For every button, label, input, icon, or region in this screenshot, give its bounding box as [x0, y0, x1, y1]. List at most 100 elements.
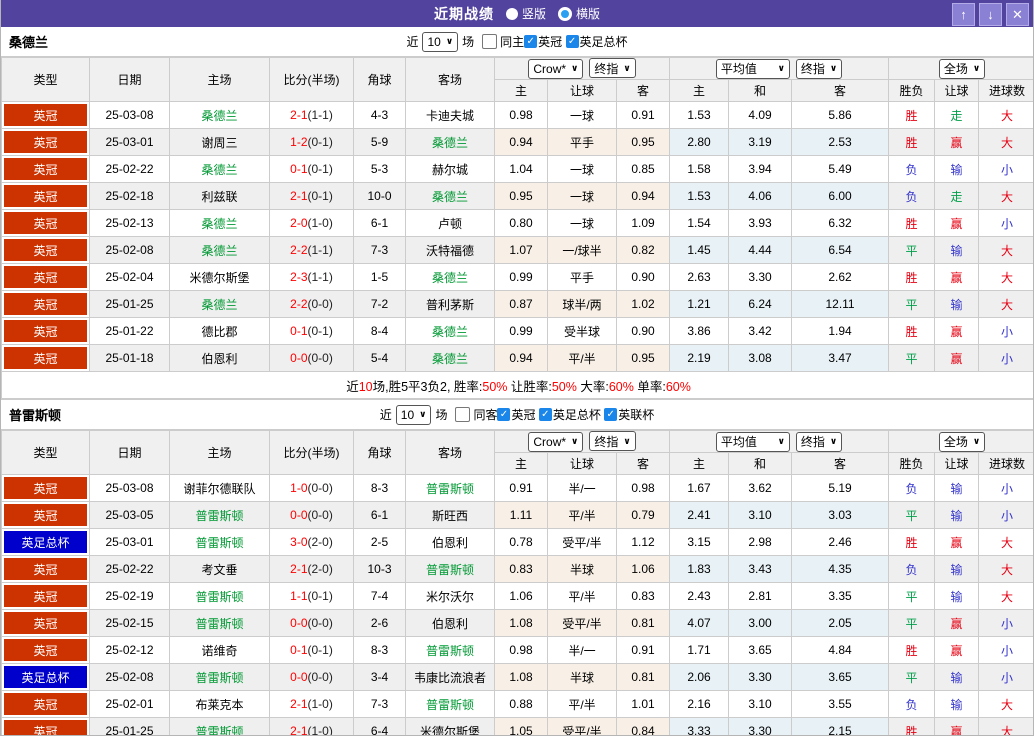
- avg-odds-home: 1.21: [670, 291, 729, 318]
- handicap-stage-select[interactable]: 终指: [589, 58, 635, 78]
- avg-odds-draw: 3.42: [729, 318, 792, 345]
- col-header-avg-draw: 和: [729, 80, 792, 102]
- league-badge: 英冠: [2, 291, 90, 318]
- checkbox-checked-icon: [497, 408, 510, 421]
- handicap-line: 一球: [548, 156, 617, 183]
- corner-score: 10-3: [354, 556, 406, 583]
- halftime-score: (0-0): [308, 351, 333, 365]
- bookmaker-select[interactable]: Crow*: [528, 59, 583, 79]
- fulltime-select[interactable]: 全场: [939, 432, 985, 452]
- fulltime-score: 0-0: [290, 508, 307, 522]
- league-filter-checkbox[interactable]: 英冠: [524, 33, 562, 50]
- league-filter-checkbox[interactable]: 英足总杯: [539, 406, 601, 423]
- filter-unit-label: 场: [435, 406, 447, 423]
- home-team: 普雷斯顿: [170, 610, 270, 637]
- europe-stage-select[interactable]: 终指: [796, 432, 842, 452]
- fulltime-select-value: 全场: [944, 433, 968, 450]
- handicap-odds-away: 0.82: [617, 237, 670, 264]
- avg-odds-away: 6.32: [792, 210, 889, 237]
- match-count-select[interactable]: 10: [396, 405, 432, 425]
- halftime-score: (0-1): [308, 135, 333, 149]
- league-filter-checkbox[interactable]: 英足总杯: [566, 33, 628, 50]
- col-header-home: 主场: [170, 58, 270, 102]
- match-row: 英冠 25-02-19 普雷斯顿 1-1(0-1) 7-4 米尔沃尔 1.06 …: [2, 583, 1034, 610]
- match-score: 2-1(1-0): [270, 691, 354, 718]
- match-row: 英冠 25-01-25 桑德兰 2-2(0-0) 7-2 普利茅斯 0.87 球…: [2, 291, 1034, 318]
- result-outcome: 负: [889, 691, 935, 718]
- col-header-handicap: 让球: [548, 80, 617, 102]
- same-venue-label: 同主: [500, 33, 524, 50]
- corner-score: 10-0: [354, 183, 406, 210]
- fulltime-select[interactable]: 全场: [939, 59, 985, 79]
- col-header-avg-away: 客: [792, 453, 889, 475]
- avg-odds-draw: 3.93: [729, 210, 792, 237]
- recent-results-window: 近期战绩 竖版 横版 ↑ ↓ ✕ 桑德兰 近 10 场 同主 英冠 英足总杯: [0, 0, 1034, 736]
- result-outcome: 胜: [889, 102, 935, 129]
- radio-vertical-layout[interactable]: [506, 8, 518, 20]
- match-date: 25-02-19: [90, 583, 170, 610]
- result-handicap: 输: [935, 237, 979, 264]
- match-score: 2-1(2-0): [270, 556, 354, 583]
- match-score: 1-1(0-1): [270, 583, 354, 610]
- match-date: 25-02-08: [90, 237, 170, 264]
- avg-odds-home: 2.41: [670, 502, 729, 529]
- match-date: 25-01-18: [90, 345, 170, 372]
- handicap-odds-home: 0.99: [495, 318, 548, 345]
- match-score: 0-1(0-1): [270, 318, 354, 345]
- fulltime-score: 1-1: [290, 589, 307, 603]
- handicap-line: 半/一: [548, 637, 617, 664]
- close-button[interactable]: ✕: [1006, 3, 1029, 26]
- avg-odds-away: 2.46: [792, 529, 889, 556]
- handicap-line: 平手: [548, 264, 617, 291]
- match-row: 英冠 25-01-25 普雷斯顿 2-1(1-0) 6-4 米德尔斯堡 1.05…: [2, 718, 1034, 736]
- away-team: 卢顿: [406, 210, 495, 237]
- average-select[interactable]: 平均值: [716, 432, 790, 452]
- radio-horizontal-layout[interactable]: [558, 7, 572, 21]
- col-header-handicap-result: 让球: [935, 80, 979, 102]
- avg-odds-home: 2.80: [670, 129, 729, 156]
- fulltime-score: 2-2: [290, 297, 307, 311]
- same-venue-checkbox[interactable]: [482, 34, 497, 49]
- league-filter-checkbox[interactable]: 英冠: [497, 406, 535, 423]
- europe-stage-value: 终指: [801, 60, 825, 77]
- match-score: 2-1(1-1): [270, 102, 354, 129]
- result-outcome: 负: [889, 156, 935, 183]
- same-venue-checkbox[interactable]: [455, 407, 470, 422]
- move-down-button[interactable]: ↓: [979, 3, 1002, 26]
- handicap-odds-group-header: Crow* 终指: [495, 431, 670, 453]
- match-date: 25-03-01: [90, 129, 170, 156]
- result-goals: 大: [979, 129, 1034, 156]
- handicap-odds-home: 0.80: [495, 210, 548, 237]
- match-score: 0-0(0-0): [270, 610, 354, 637]
- league-filter-group: 英冠 英足总杯: [524, 33, 627, 50]
- result-outcome: 平: [889, 664, 935, 691]
- handicap-odds-home: 1.11: [495, 502, 548, 529]
- result-goals: 大: [979, 102, 1034, 129]
- result-outcome: 胜: [889, 318, 935, 345]
- match-date: 25-02-15: [90, 610, 170, 637]
- away-team: 桑德兰: [406, 264, 495, 291]
- handicap-stage-select[interactable]: 终指: [589, 431, 635, 451]
- handicap-odds-away: 0.81: [617, 610, 670, 637]
- match-count-select[interactable]: 10: [422, 32, 458, 52]
- league-filter-label: 英冠: [511, 406, 535, 423]
- result-outcome: 平: [889, 610, 935, 637]
- handicap-line: 受平/半: [548, 529, 617, 556]
- handicap-odds-home: 0.87: [495, 291, 548, 318]
- result-outcome: 平: [889, 583, 935, 610]
- avg-odds-home: 1.58: [670, 156, 729, 183]
- league-filter-label: 英冠: [538, 33, 562, 50]
- bookmaker-select-value: Crow*: [533, 62, 566, 76]
- handicap-line: 平/半: [548, 691, 617, 718]
- result-goals: 大: [979, 237, 1034, 264]
- home-team: 利兹联: [170, 183, 270, 210]
- europe-stage-select[interactable]: 终指: [796, 59, 842, 79]
- move-up-button[interactable]: ↑: [952, 3, 975, 26]
- corner-score: 7-2: [354, 291, 406, 318]
- league-filter-checkbox[interactable]: 英联杯: [604, 406, 654, 423]
- halftime-score: (1-0): [308, 216, 333, 230]
- home-team: 考文垂: [170, 556, 270, 583]
- avg-odds-home: 4.07: [670, 610, 729, 637]
- average-select[interactable]: 平均值: [716, 59, 790, 79]
- bookmaker-select[interactable]: Crow*: [528, 432, 583, 452]
